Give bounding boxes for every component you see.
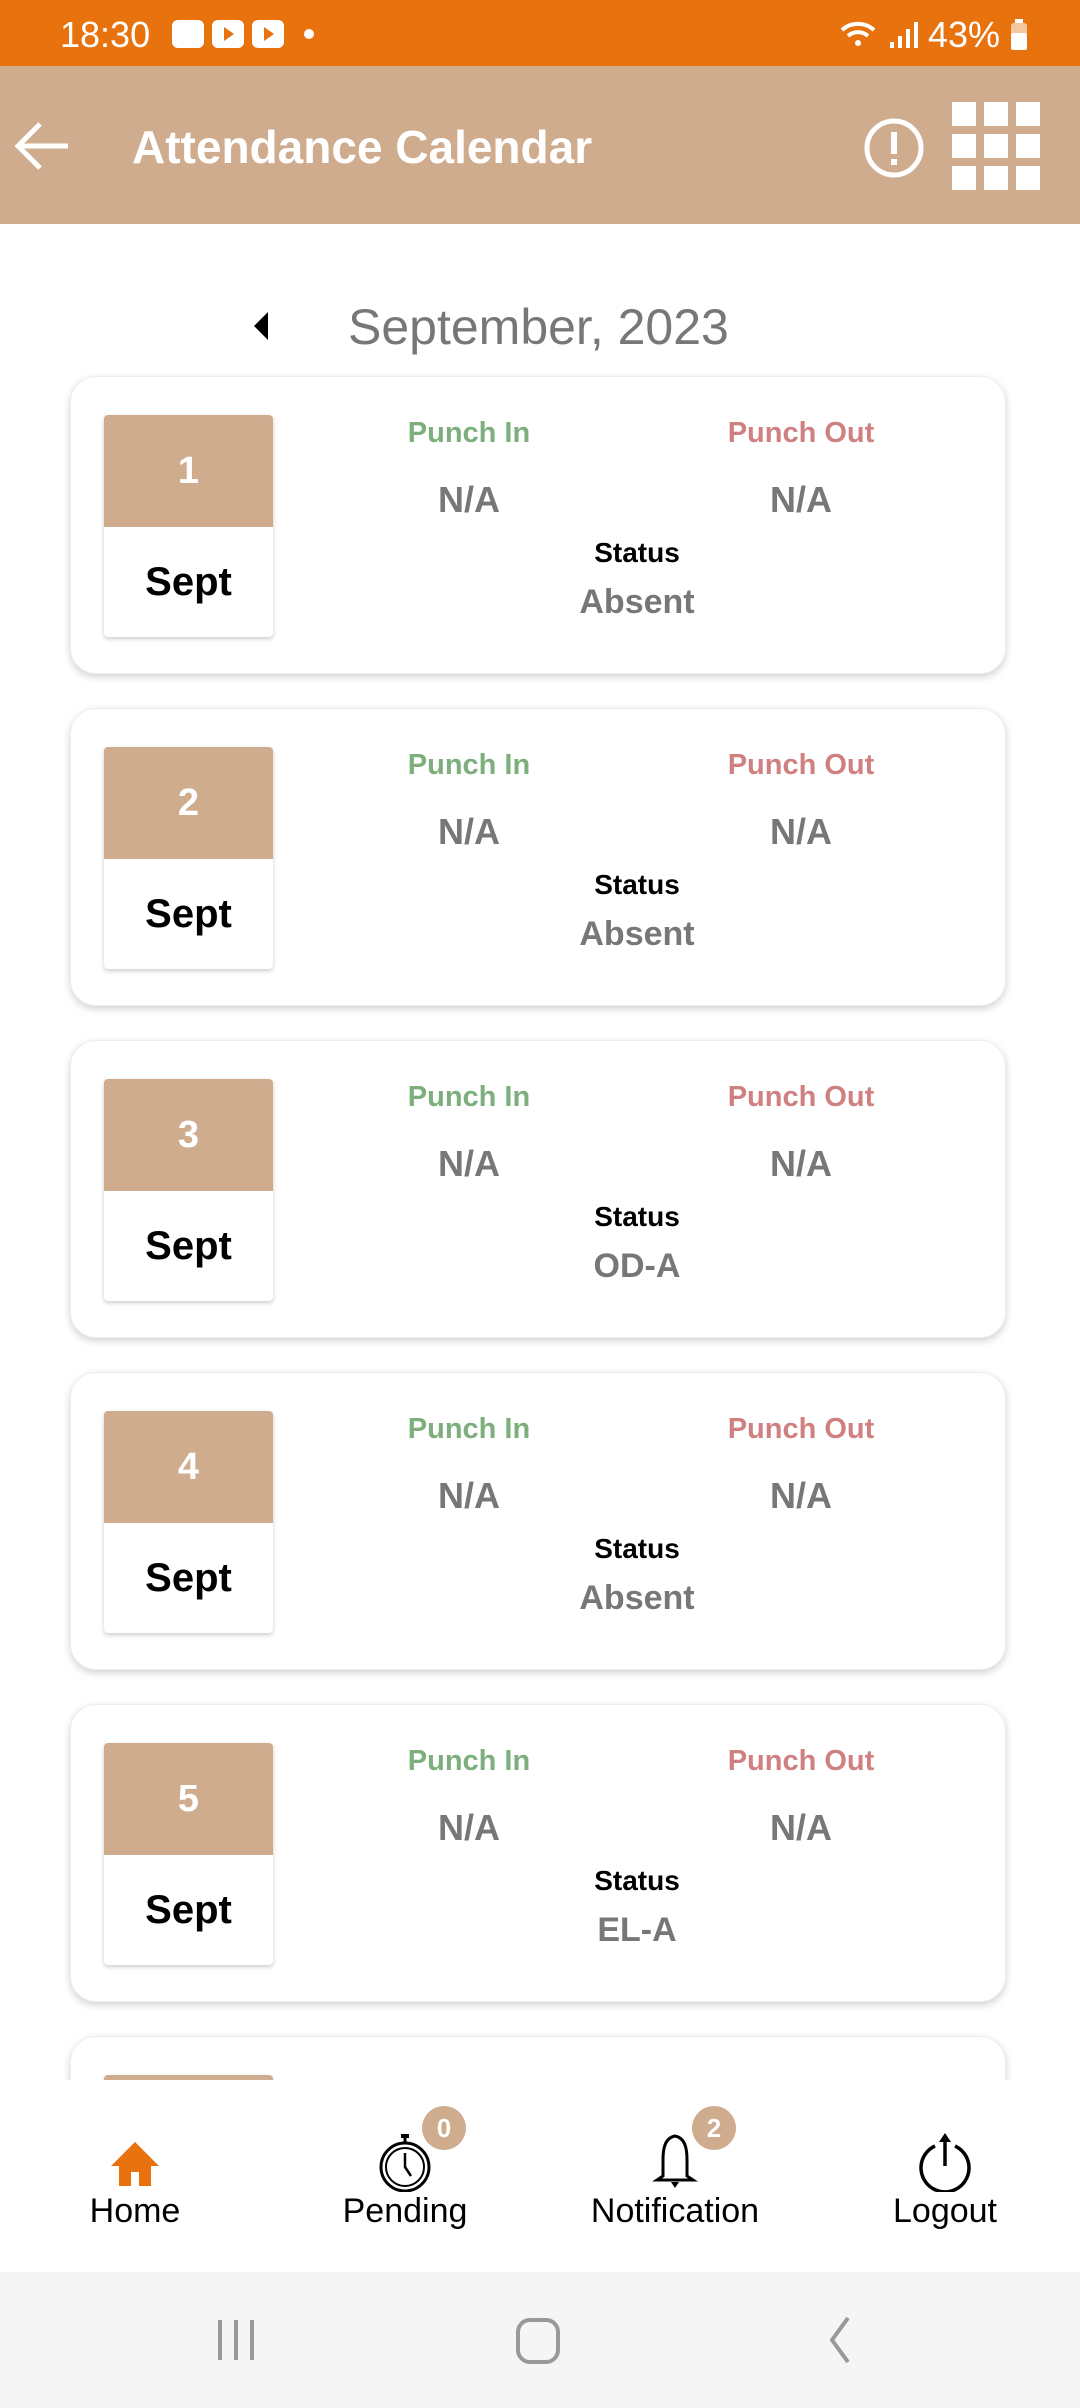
punch-out-value: N/A xyxy=(770,1807,832,1848)
notification-count-badge: 2 xyxy=(692,2106,736,2150)
date-badge: 5 Sept xyxy=(104,1743,273,1965)
nav-pending[interactable]: 0 Pending xyxy=(270,2080,540,2272)
battery-percent: 43% xyxy=(927,14,1000,55)
date-badge: 4 Sept xyxy=(104,1411,273,1633)
nav-label: Notification xyxy=(590,2192,760,2230)
date-day: 4 xyxy=(104,1411,273,1523)
apps-grid-icon[interactable] xyxy=(952,102,1040,190)
previous-month-icon[interactable] xyxy=(254,312,268,340)
wifi-icon xyxy=(840,21,876,46)
app-bar: Attendance Calendar xyxy=(0,66,1080,224)
date-badge: 2 Sept xyxy=(104,747,273,969)
punch-in-label: Punch In xyxy=(407,1745,531,1777)
home-icon xyxy=(111,2142,159,2186)
attendance-card[interactable]: 4 Sept Punch In Punch Out N/A N/A Status Absent xyxy=(70,1372,1006,1670)
punch-in-label: Punch In xyxy=(407,749,531,781)
punch-in-label: Punch In xyxy=(407,1413,531,1445)
punch-out-label: Punch Out xyxy=(727,1081,875,1113)
signal-icon xyxy=(889,22,918,48)
date-day: 5 xyxy=(104,1743,273,1855)
punch-out-label: Punch Out xyxy=(727,1745,875,1777)
status-value: Absent xyxy=(579,915,695,953)
pending-count-badge: 0 xyxy=(422,2106,466,2150)
recent-apps-icon[interactable] xyxy=(206,2310,266,2370)
more-notifications-icon xyxy=(304,29,314,39)
punch-out-value: N/A xyxy=(770,479,832,520)
back-arrow-icon[interactable] xyxy=(10,116,74,176)
date-badge: 1 Sept xyxy=(104,415,273,637)
date-month: Sept xyxy=(145,1887,232,1932)
date-month: Sept xyxy=(145,1223,232,1268)
date-day: 3 xyxy=(104,1079,273,1191)
punch-in-value: N/A xyxy=(438,811,500,852)
system-back-icon[interactable] xyxy=(810,2310,870,2370)
punch-in-label: Punch In xyxy=(407,417,531,449)
nav-label: Logout xyxy=(893,2192,997,2230)
status-label: Status xyxy=(594,869,680,900)
status-label: Status xyxy=(594,1865,680,1896)
page-title: Attendance Calendar xyxy=(132,121,593,173)
info-alert-icon[interactable] xyxy=(862,116,926,180)
status-value: OD-A xyxy=(593,1247,681,1285)
punch-out-value: N/A xyxy=(770,1475,832,1516)
nav-label: Pending xyxy=(342,2192,468,2230)
system-navigation-bar xyxy=(0,2272,1080,2408)
status-value: Absent xyxy=(579,583,695,621)
punch-in-value: N/A xyxy=(438,1807,500,1848)
date-month: Sept xyxy=(145,891,232,936)
month-label: September, 2023 xyxy=(348,299,729,355)
nav-home[interactable]: Home xyxy=(0,2080,270,2272)
punch-out-value: N/A xyxy=(770,1143,832,1184)
youtube-notification-icon xyxy=(212,20,244,48)
youtube-notification-icon xyxy=(252,20,284,48)
date-month: Sept xyxy=(145,1555,232,1600)
punch-in-value: N/A xyxy=(438,1143,500,1184)
status-time: 18:30 xyxy=(60,14,151,55)
punch-out-label: Punch Out xyxy=(727,749,875,781)
date-day: 1 xyxy=(104,415,273,527)
status-label: Status xyxy=(594,1201,680,1232)
bottom-nav: Home 0 Pending 2 Notification Logout xyxy=(0,2080,1080,2272)
status-label: Status xyxy=(594,1533,680,1564)
status-value: Absent xyxy=(579,1579,695,1617)
status-label: Status xyxy=(594,537,680,568)
punch-out-label: Punch Out xyxy=(727,417,875,449)
attendance-card[interactable]: 5 Sept Punch In Punch Out N/A N/A Status EL-A xyxy=(70,1704,1006,2002)
home-button-icon[interactable] xyxy=(508,2310,568,2370)
date-day: 2 xyxy=(104,747,273,859)
punch-in-value: N/A xyxy=(438,479,500,520)
punch-out-value: N/A xyxy=(770,811,832,852)
punch-in-value: N/A xyxy=(438,1475,500,1516)
nav-notification[interactable]: 2 Notification xyxy=(540,2080,810,2272)
attendance-card[interactable]: 1 Sept Punch In Punch Out N/A N/A Status Absent xyxy=(70,376,1006,674)
nav-logout[interactable]: Logout xyxy=(810,2080,1080,2272)
date-month: Sept xyxy=(145,559,232,604)
status-bar: 18:30 43% xyxy=(0,0,1080,66)
attendance-card[interactable]: 3 Sept Punch In Punch Out N/A N/A Status OD-A xyxy=(70,1040,1006,1338)
attendance-card[interactable]: 2 Sept Punch In Punch Out N/A N/A Status Absent xyxy=(70,708,1006,1006)
date-badge: 3 Sept xyxy=(104,1079,273,1301)
nav-label: Home xyxy=(89,2192,181,2230)
status-value: EL-A xyxy=(597,1911,677,1949)
punch-out-label: Punch Out xyxy=(727,1413,875,1445)
battery-charging-icon xyxy=(1011,19,1027,50)
power-icon xyxy=(919,2133,971,2192)
punch-in-label: Punch In xyxy=(407,1081,531,1113)
gallery-notification-icon xyxy=(172,20,204,48)
month-selector: September, 2023 xyxy=(0,290,1080,366)
